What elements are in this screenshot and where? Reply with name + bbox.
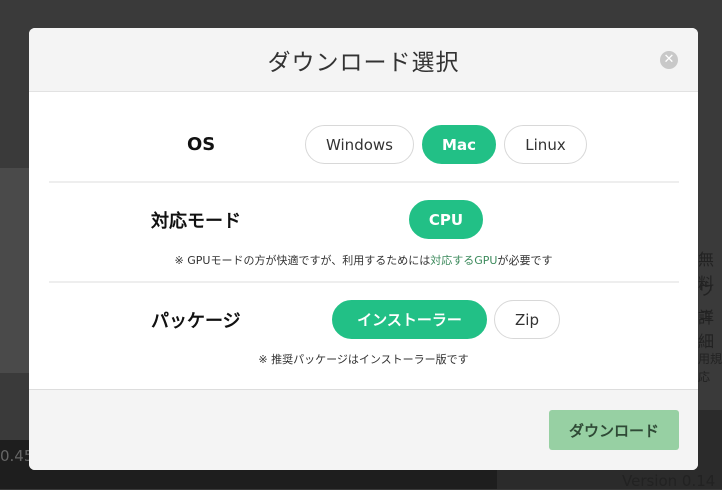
- close-icon[interactable]: ✕: [660, 51, 678, 69]
- modal-header: ダウンロード選択 ✕: [29, 28, 698, 92]
- os-option-linux[interactable]: Linux: [504, 125, 587, 164]
- modal-title: ダウンロード選択: [267, 49, 460, 76]
- background-panel: [0, 168, 30, 373]
- gpu-note-text: が必要です: [497, 254, 553, 267]
- gpu-note-text: ※ GPUモードの方が快適ですが、利用するためには: [174, 254, 431, 267]
- download-select-modal: ダウンロード選択 ✕ OS Windows Mac Linux 対応モード CP…: [29, 28, 698, 470]
- mode-option-cpu[interactable]: CPU: [409, 200, 483, 239]
- gpu-note: ※ GPUモードの方が快適ですが、利用するためには対応するGPUが必要です: [29, 252, 698, 268]
- package-label: パッケージ: [151, 311, 241, 332]
- background-text: 用規: [698, 352, 722, 366]
- divider: [49, 281, 679, 283]
- supported-gpu-link[interactable]: 対応するGPU: [430, 254, 497, 267]
- mode-label: 対応モード: [151, 211, 241, 232]
- divider: [49, 181, 679, 183]
- package-option-zip[interactable]: Zip: [494, 300, 560, 339]
- os-label: OS: [187, 134, 216, 155]
- modal-footer: ダウンロード: [29, 389, 698, 470]
- download-button[interactable]: ダウンロード: [549, 410, 679, 450]
- background-text: 詳細: [698, 308, 715, 351]
- background-version: Version 0.14: [622, 472, 716, 490]
- background-text: 応: [698, 370, 711, 384]
- package-option-installer[interactable]: インストーラー: [332, 300, 487, 339]
- os-option-mac[interactable]: Mac: [422, 125, 496, 164]
- package-note: ※ 推奨パッケージはインストーラー版です: [258, 353, 469, 366]
- os-option-windows[interactable]: Windows: [305, 125, 414, 164]
